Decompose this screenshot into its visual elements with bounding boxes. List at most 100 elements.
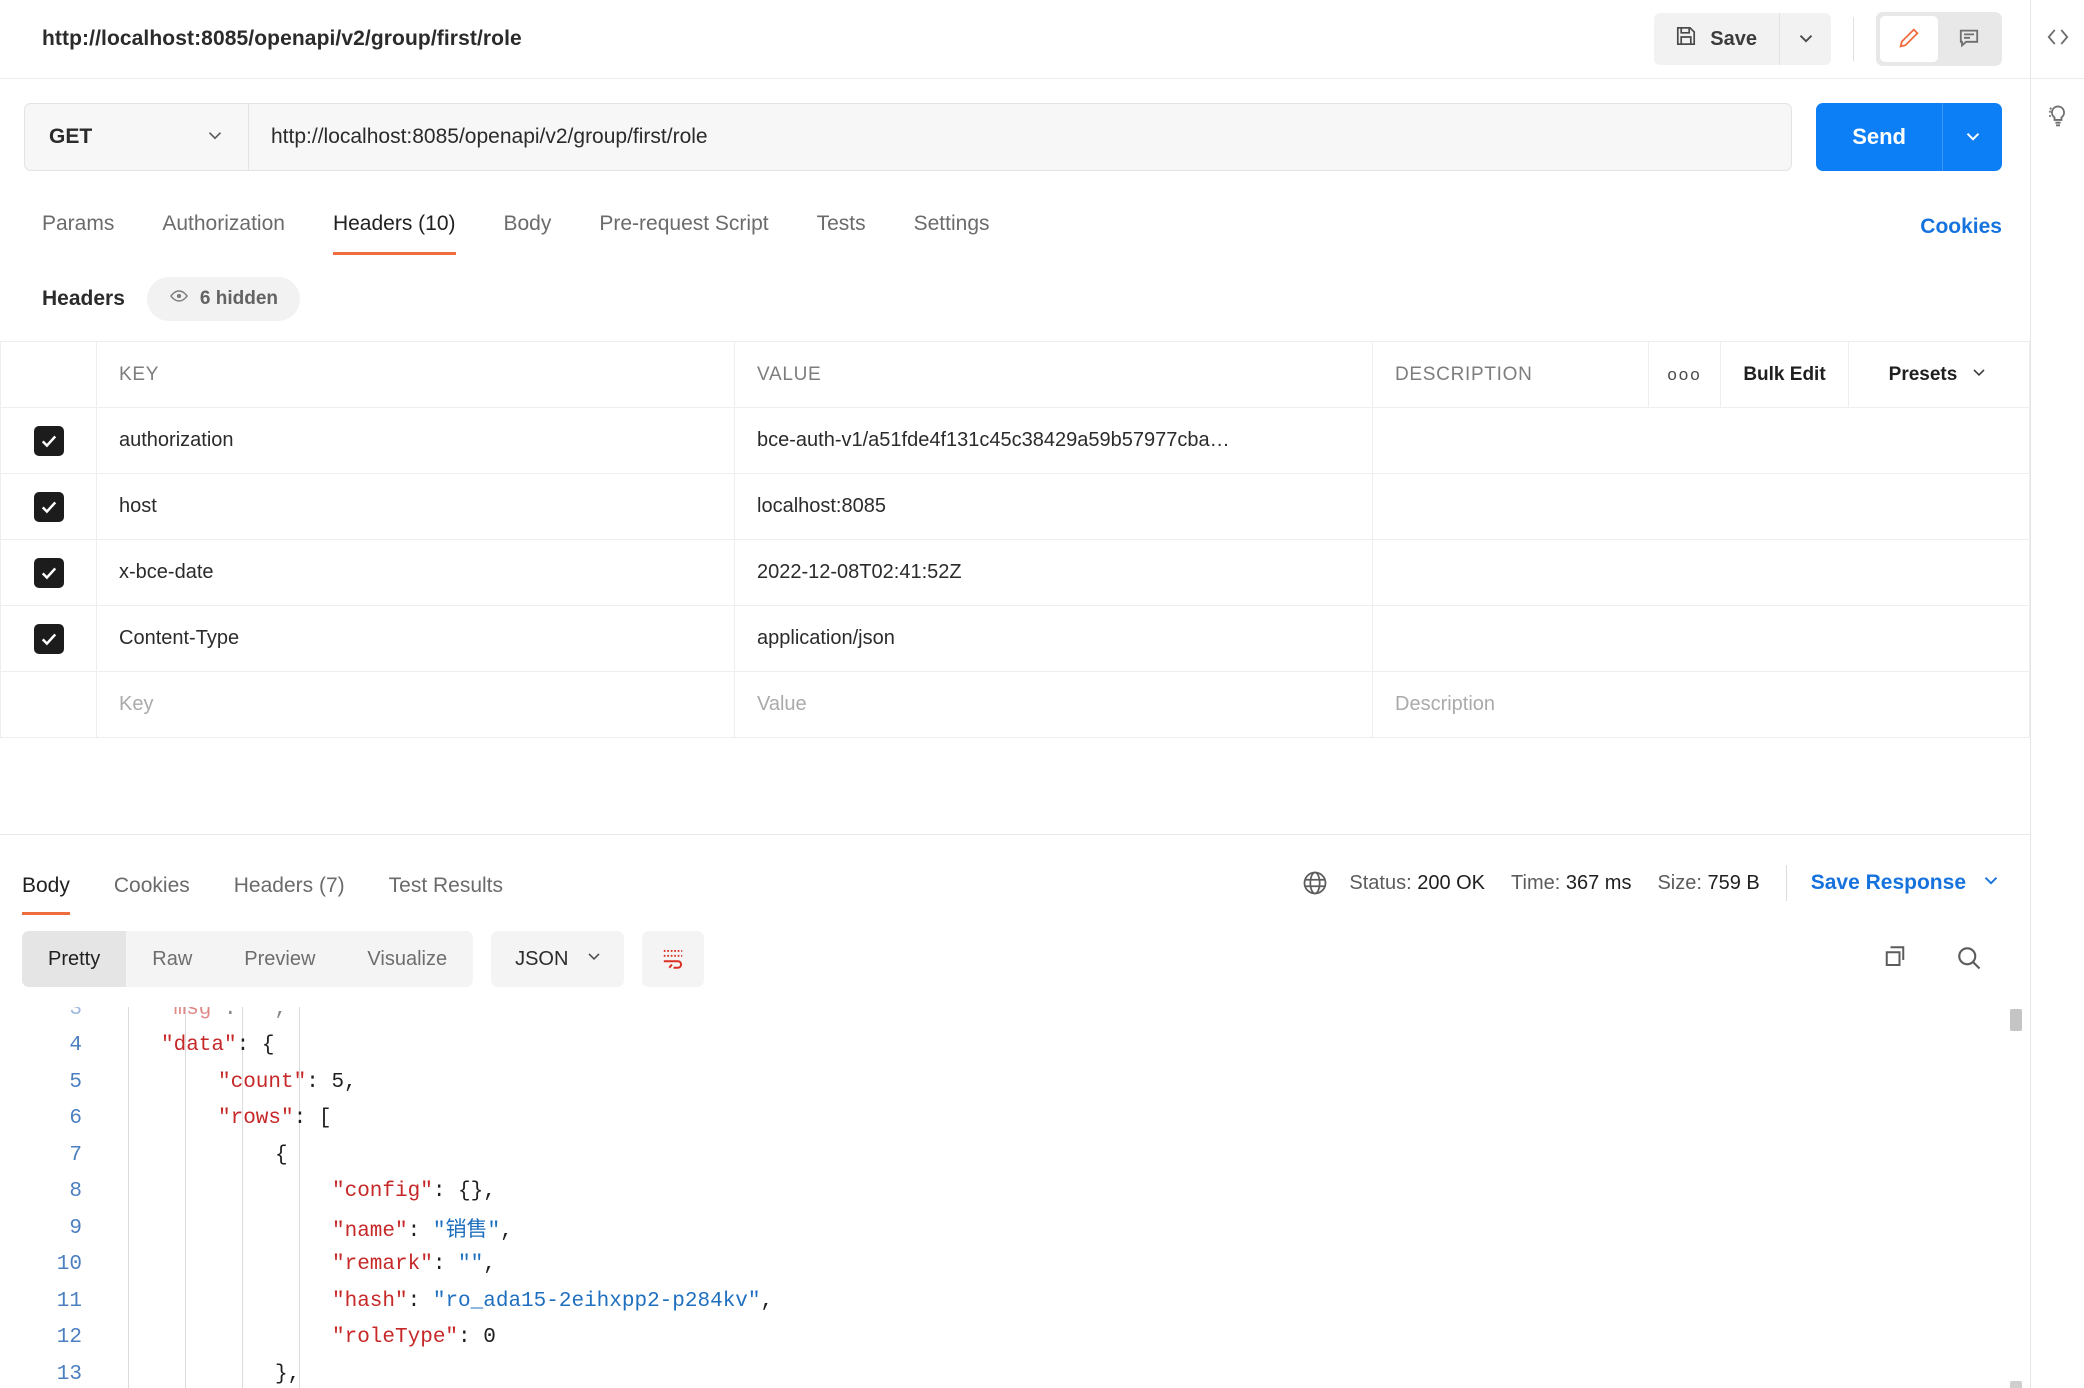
response-tab-cookies[interactable]: Cookies (114, 874, 190, 915)
send-options-button[interactable] (1942, 103, 2002, 171)
line-number: 9 (69, 1216, 82, 1240)
tab-headers[interactable]: Headers (10) (332, 212, 456, 255)
save-options-button[interactable] (1779, 13, 1831, 65)
more-options-icon[interactable]: ooo (1649, 365, 1720, 385)
row-checkbox[interactable] (1, 557, 96, 588)
bulk-edit-button[interactable]: Bulk Edit (1721, 364, 1848, 386)
chevron-down-icon (1962, 125, 1984, 150)
scrollbar-thumb-bottom[interactable] (2010, 1381, 2022, 1388)
tab-settings[interactable]: Settings (914, 212, 990, 255)
column-label-description: DESCRIPTION (1395, 363, 1533, 385)
row-description-cell[interactable] (1372, 539, 2030, 606)
line-number: 13 (56, 1362, 82, 1386)
view-mode-raw[interactable]: Raw (126, 931, 218, 987)
code-line-text[interactable]: "msg": "", (161, 1007, 287, 1021)
code-line-text[interactable]: "count": 5, (218, 1071, 357, 1094)
code-line-text[interactable]: "hash": "ro_ada15-2eihxpp2-p284kv", (332, 1290, 773, 1313)
info-tips-button[interactable] (2031, 79, 2084, 157)
hidden-headers-badge[interactable]: 6 hidden (146, 277, 301, 321)
row-checkbox-cell[interactable] (0, 407, 97, 474)
checkbox-checked-icon[interactable] (33, 557, 64, 588)
row-key-cell-empty[interactable]: Key (96, 671, 735, 738)
headers-table-head: KEY VALUE DESCRIPTION ooo Bulk Edit Pres… (0, 341, 2030, 408)
view-mode-pretty[interactable]: Pretty (22, 931, 127, 987)
row-description-cell-empty[interactable]: Description (1372, 671, 2030, 738)
row-checkbox[interactable] (1, 623, 96, 654)
comment-mode-button[interactable] (1940, 16, 1998, 62)
language-selector[interactable]: JSON (491, 931, 625, 987)
view-mode-preview[interactable]: Preview (218, 931, 341, 987)
row-checkbox-cell[interactable] (0, 473, 97, 540)
header-col-bulk-edit[interactable]: Bulk Edit (1720, 341, 1849, 408)
row-key-cell[interactable]: authorization (96, 407, 735, 474)
headers-table: KEY VALUE DESCRIPTION ooo Bulk Edit Pres… (0, 341, 2030, 738)
request-title: http://localhost:8085/openapi/v2/group/f… (42, 27, 522, 50)
presets-button[interactable]: Presets (1849, 362, 2029, 387)
checkbox-checked-icon[interactable] (33, 623, 64, 654)
row-key-cell[interactable]: host (96, 473, 735, 540)
search-icon (1954, 943, 1984, 976)
copy-button[interactable] (1880, 943, 1910, 976)
checkbox-checked-icon[interactable] (33, 425, 64, 456)
line-number: 4 (69, 1034, 82, 1058)
row-value-cell[interactable]: bce-auth-v1/a51fde4f131c45c38429a59b5797… (734, 407, 1373, 474)
code-line-text[interactable]: "data": { (161, 1034, 274, 1057)
row-checkbox-cell-empty[interactable] (0, 671, 97, 738)
tab-params[interactable]: Params (42, 212, 114, 255)
code-line-text[interactable]: "config": {}, (332, 1180, 496, 1203)
response-tab-body[interactable]: Body (22, 874, 70, 915)
row-description-cell[interactable] (1372, 605, 2030, 672)
tab-body[interactable]: Body (504, 212, 552, 255)
row-checkbox[interactable] (1, 491, 96, 522)
status-text: Status: 200 OK (1349, 871, 1486, 894)
code-scrollbar[interactable] (2010, 1007, 2022, 1388)
row-checkbox[interactable] (1, 425, 96, 456)
url-input[interactable] (248, 103, 1793, 171)
search-button[interactable] (1954, 943, 1984, 976)
code-line-text[interactable]: "rows": [ (218, 1107, 331, 1130)
chevron-down-icon (1980, 869, 2002, 897)
word-wrap-button[interactable] (642, 931, 705, 987)
header-col-more[interactable]: ooo (1648, 341, 1721, 408)
code-line-text[interactable]: { (275, 1144, 288, 1167)
code-line-row: 10 "remark": "", (0, 1247, 2030, 1284)
row-value-cell[interactable]: application/json (734, 605, 1373, 672)
row-key-cell[interactable]: Content-Type (96, 605, 735, 672)
right-rail (2031, 0, 2084, 1388)
row-description-cell[interactable] (1372, 407, 2030, 474)
meta-divider (1785, 865, 1787, 901)
presets-label: Presets (1888, 363, 1958, 385)
row-checkbox-cell[interactable] (0, 605, 97, 672)
view-mode-visualize[interactable]: Visualize (341, 931, 473, 987)
response-tab-test-results[interactable]: Test Results (389, 874, 503, 915)
eye-icon (169, 286, 189, 312)
row-value-cell-empty[interactable]: Value (734, 671, 1373, 738)
code-line-row: 12 "roleType": 0 (0, 1320, 2030, 1357)
edit-mode-button[interactable] (1880, 16, 1938, 62)
save-response-button[interactable]: Save Response (1811, 869, 2002, 897)
code-line-text[interactable]: "roleType": 0 (332, 1326, 496, 1349)
floppy-disk-icon (1674, 24, 1698, 54)
code-line-text[interactable]: "name": "销售", (332, 1213, 513, 1243)
send-button[interactable]: Send (1816, 103, 1942, 171)
tab-tests[interactable]: Tests (817, 212, 866, 255)
checkbox-checked-icon[interactable] (33, 491, 64, 522)
response-tab-headers[interactable]: Headers (7) (234, 874, 345, 915)
scrollbar-thumb-top[interactable] (2010, 1009, 2022, 1031)
tab-pre-request-script[interactable]: Pre-request Script (599, 212, 768, 255)
method-selector[interactable]: GET (24, 103, 248, 171)
row-key-text: x-bce-date (119, 561, 214, 583)
code-line-text[interactable]: "remark": "", (332, 1253, 496, 1276)
row-checkbox-cell[interactable] (0, 539, 97, 606)
tab-authorization[interactable]: Authorization (162, 212, 285, 255)
response-body-viewer[interactable]: 3 "msg": "", 4 "data": {5 "count": 5, 6 "rows"… (0, 1007, 2030, 1388)
cookies-link[interactable]: Cookies (1920, 215, 2002, 255)
row-description-cell[interactable] (1372, 473, 2030, 540)
save-button[interactable]: Save (1654, 13, 1779, 65)
row-value-cell[interactable]: localhost:8085 (734, 473, 1373, 540)
row-key-cell[interactable]: x-bce-date (96, 539, 735, 606)
row-value-cell[interactable]: 2022-12-08T02:41:52Z (734, 539, 1373, 606)
code-snippet-button[interactable] (2031, 0, 2084, 78)
header-col-presets[interactable]: Presets (1848, 341, 2030, 408)
code-line-text[interactable]: }, (275, 1363, 300, 1386)
